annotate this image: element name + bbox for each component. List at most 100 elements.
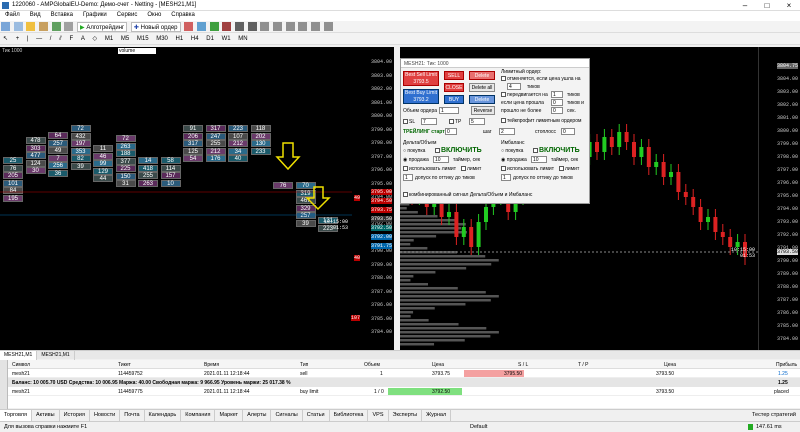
delta-buy-radio[interactable]: ○ покупка xyxy=(403,148,425,154)
period-w1[interactable]: W1 xyxy=(220,34,233,44)
tab-assets[interactable]: Активы xyxy=(32,410,60,421)
new-chart-icon[interactable] xyxy=(1,22,10,31)
zoom-in-icon[interactable] xyxy=(234,22,244,31)
imb-use-limit-checkbox[interactable]: использовать лимит xyxy=(501,166,554,172)
tab-calendar[interactable]: Календарь xyxy=(145,410,182,421)
line-chart-icon[interactable] xyxy=(222,22,232,31)
table-row[interactable]: mesh21 114459752 2021.01.11 12:18:44 sel… xyxy=(8,369,800,378)
trail-start-input[interactable]: 0 xyxy=(445,128,457,135)
menu-tools[interactable]: Сервис xyxy=(112,11,143,19)
tab-library[interactable]: Библиотека xyxy=(330,410,369,421)
volume-input[interactable]: 1 xyxy=(439,107,459,114)
timeframe-icon[interactable] xyxy=(310,22,320,31)
text-icon[interactable]: A xyxy=(79,34,87,44)
tab-trade[interactable]: Торговля xyxy=(0,410,32,421)
folder-icon[interactable] xyxy=(26,22,36,31)
new-order-button[interactable]: ✚ Новый ордер xyxy=(130,22,181,32)
tab-articles[interactable]: Статьи xyxy=(303,410,330,421)
tp-limit-checkbox[interactable]: тейкпрофит лимитным ордером xyxy=(501,118,581,124)
col-type[interactable]: Тип xyxy=(300,362,308,368)
menu-view[interactable]: Вид xyxy=(25,11,46,19)
tab-market[interactable]: Маркет xyxy=(215,410,244,421)
move-ticks-input[interactable]: 1 xyxy=(551,91,563,98)
col-current-price[interactable]: Цена xyxy=(664,362,676,368)
col-sl[interactable]: S / L xyxy=(518,362,528,368)
vertical-line-icon[interactable]: | xyxy=(25,34,31,44)
shift-icon[interactable] xyxy=(285,22,295,31)
profiles-icon[interactable] xyxy=(13,22,23,31)
col-tp[interactable]: T / P xyxy=(578,362,588,368)
menu-insert[interactable]: Вставка xyxy=(46,11,78,19)
channel-icon[interactable]: ⫽ xyxy=(57,34,64,44)
strategy-tester-button[interactable]: Тестер стратегий xyxy=(748,410,800,421)
fibo-icon[interactable]: F xyxy=(68,34,76,44)
col-volume[interactable]: Объем xyxy=(364,362,380,368)
market-watch-icon[interactable] xyxy=(39,22,49,31)
imb-allow-input[interactable]: 1 xyxy=(501,174,511,181)
delete-buy-button[interactable]: Delete xyxy=(469,95,495,104)
period-m5[interactable]: M5 xyxy=(119,34,131,44)
candle-chart-icon[interactable] xyxy=(209,22,219,31)
menu-charts[interactable]: Графики xyxy=(78,11,112,19)
tab-vps[interactable]: VPS xyxy=(368,410,389,421)
depth-icon[interactable] xyxy=(184,22,194,31)
delete-sell-button[interactable]: Delete xyxy=(469,71,495,80)
chart-tab-2[interactable]: MESH21,M1 xyxy=(37,351,75,360)
menu-file[interactable]: Файл xyxy=(0,11,25,19)
col-profit[interactable]: Прибыль xyxy=(776,362,797,368)
close-button-panel[interactable]: CLOSE xyxy=(444,83,464,92)
col-price[interactable]: Цена xyxy=(432,362,444,368)
imb-limit-checkbox[interactable]: лимит xyxy=(559,166,579,172)
indicators-icon[interactable] xyxy=(298,22,308,31)
period-d1[interactable]: D1 xyxy=(204,34,216,44)
menu-help[interactable]: Справка xyxy=(166,11,200,19)
tp-input[interactable]: 5 xyxy=(469,118,485,125)
stoploss-input[interactable]: 0 xyxy=(561,128,575,135)
col-ticket[interactable]: Тикет xyxy=(118,362,131,368)
templates-icon[interactable] xyxy=(323,22,333,31)
col-time[interactable]: Время xyxy=(204,362,219,368)
buy-button[interactable]: BUY xyxy=(444,95,464,104)
step-input[interactable]: 2 xyxy=(499,128,515,135)
tab-signals[interactable]: Сигналы xyxy=(271,410,303,421)
tab-news[interactable]: Новости xyxy=(90,410,121,421)
cursor-icon[interactable]: ↖ xyxy=(1,34,10,44)
delta-timer-input[interactable]: 10 xyxy=(433,156,449,163)
tab-journal[interactable]: Журнал xyxy=(422,410,452,421)
passed-sec-input[interactable]: 0 xyxy=(551,107,563,114)
delta-limit-checkbox[interactable]: лимит xyxy=(461,166,481,172)
reverse-button[interactable]: Reverse xyxy=(471,106,495,115)
tab-experts[interactable]: Эксперты xyxy=(389,410,423,421)
period-mn[interactable]: MN xyxy=(236,34,249,44)
best-buy-button[interactable]: Best Buy Limit 3793.2 xyxy=(403,89,439,104)
delta-sell-radio[interactable]: ◉ продажа xyxy=(403,157,429,163)
footprint-chart[interactable]: Тик 1000 volume 25 76 205 101 84 195 478 303 477… xyxy=(0,47,394,350)
delta-use-limit-checkbox[interactable]: использовать лимит xyxy=(403,166,456,172)
tab-alerts[interactable]: Алерты xyxy=(243,410,272,421)
chart-tab-1[interactable]: MESH21,M1 xyxy=(0,351,38,360)
col-symbol[interactable]: Символ xyxy=(12,362,30,368)
sl-input[interactable]: 7 xyxy=(421,118,437,125)
tab-mail[interactable]: Почта xyxy=(120,410,145,421)
crosshair-icon[interactable]: + xyxy=(14,34,22,44)
algo-trading-button[interactable]: ▶ Алготрейдинг xyxy=(77,22,128,32)
move-if-checkbox[interactable]: передвигается на xyxy=(501,92,548,98)
shapes-icon[interactable]: ◇ xyxy=(91,34,100,44)
tab-company[interactable]: Компания xyxy=(181,410,216,421)
delta-allow-input[interactable]: 1 xyxy=(403,174,413,181)
grid-icon[interactable] xyxy=(260,22,270,31)
sl-checkbox[interactable]: SL xyxy=(403,119,415,125)
zoom-out-icon[interactable] xyxy=(247,22,257,31)
tab-history[interactable]: История xyxy=(60,410,90,421)
trendline-icon[interactable]: / xyxy=(48,34,54,44)
delta-enable-checkbox[interactable]: ВКЛЮЧИТЬ xyxy=(435,147,482,154)
period-m15[interactable]: M15 xyxy=(135,34,151,44)
tp-checkbox[interactable]: TP xyxy=(449,119,461,125)
best-sell-button[interactable]: Best Sell Limit 3793.5 xyxy=(403,71,439,86)
imb-timer-input[interactable]: 10 xyxy=(531,156,547,163)
period-h1[interactable]: H1 xyxy=(174,34,186,44)
data-window-icon[interactable] xyxy=(64,22,74,31)
menu-window[interactable]: Окно xyxy=(142,11,166,19)
bar-chart-icon[interactable] xyxy=(196,22,206,31)
cancel-ticks-input[interactable]: 4 xyxy=(507,83,521,90)
